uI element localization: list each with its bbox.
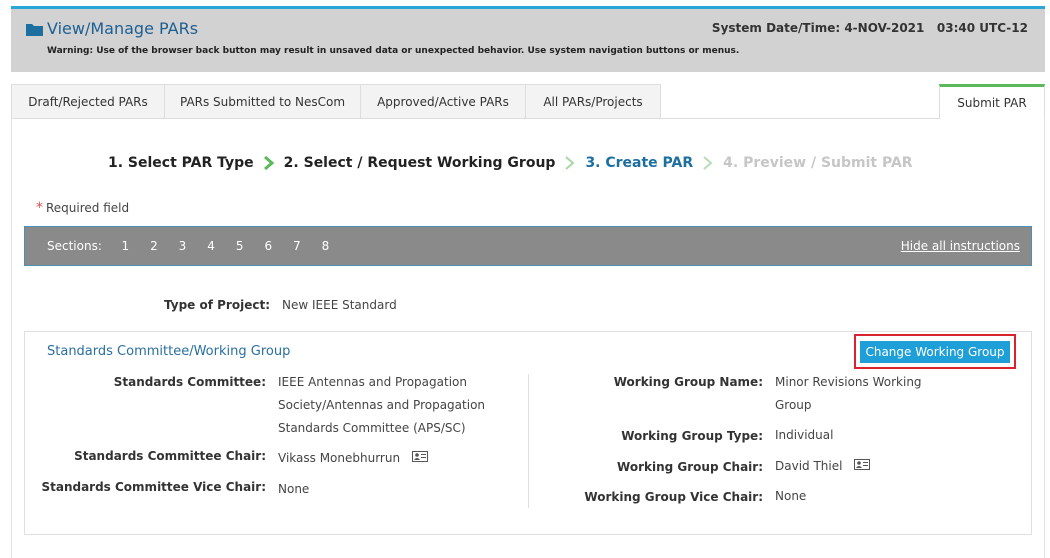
standards-committee-vice-chair-value: None	[278, 482, 310, 496]
step-select-par-type: 1. Select PAR Type	[108, 155, 254, 171]
chevron-right-icon	[564, 156, 576, 170]
section-link-3[interactable]: 3	[168, 239, 197, 253]
working-group-chair-value: David Thiel	[775, 455, 871, 478]
working-group-name-value: Minor Revisions Working Group	[775, 375, 922, 412]
column-divider	[528, 374, 529, 508]
required-field-note: * Required field	[36, 200, 129, 216]
page-title: View/Manage PARs	[26, 19, 198, 38]
working-group-panel: Standards Committee/Working Group Change…	[24, 331, 1032, 535]
step-create-par: 3. Create PAR	[585, 155, 694, 171]
hide-instructions-link[interactable]: Hide all instructions	[901, 239, 1020, 253]
section-link-7[interactable]: 7	[283, 239, 312, 253]
required-asterisk-icon: *	[36, 200, 43, 216]
warning-text: Warning: Use of the browser back button …	[47, 46, 740, 56]
page-header: View/Manage PARs Warning: Use of the bro…	[11, 9, 1045, 72]
working-group-name-label: Working Group Name:	[613, 375, 763, 389]
working-group-panel-title: Standards Committee/Working Group	[47, 344, 291, 359]
standards-committee-vice-chair-label: Standards Committee Vice Chair:	[41, 480, 266, 494]
wizard-steps: 1. Select PAR Type 2. Select / Request W…	[108, 155, 913, 171]
contact-card-icon[interactable]	[854, 455, 871, 478]
type-of-project-label-text: Type of Project:	[164, 298, 270, 312]
working-group-chair-label: Working Group Chair:	[617, 460, 763, 474]
working-group-vice-chair-value: None	[775, 489, 807, 503]
section-link-4[interactable]: 4	[197, 239, 226, 253]
section-link-6[interactable]: 6	[254, 239, 283, 253]
system-date: System Date/Time: 4-NOV-2021	[711, 21, 925, 35]
working-group-vice-chair-label: Working Group Vice Chair:	[584, 490, 763, 504]
section-links: 1 2 3 4 5 6 7 8	[111, 239, 340, 253]
change-working-group-button[interactable]: Change Working Group	[860, 341, 1010, 363]
section-link-5[interactable]: 5	[225, 239, 254, 253]
tab-submit-par[interactable]: Submit PAR	[939, 84, 1045, 119]
standards-committee-value: IEEE Antennas and Propagation Society/An…	[278, 375, 486, 435]
section-link-8[interactable]: 8	[311, 239, 340, 253]
folder-icon	[26, 23, 43, 36]
standards-committee-chair-label: Standards Committee Chair:	[74, 449, 266, 463]
required-field-text: Required field	[46, 201, 130, 215]
working-group-type-value: Individual	[775, 428, 834, 442]
sections-label: Sections:	[47, 239, 102, 253]
contact-card-icon[interactable]	[411, 447, 428, 470]
step-select-working-group: 2. Select / Request Working Group	[283, 155, 556, 171]
system-datetime: System Date/Time: 4-NOV-2021 03:40 UTC-1…	[712, 21, 1028, 35]
section-link-2[interactable]: 2	[140, 239, 169, 253]
standards-committee-label: Standards Committee:	[113, 375, 266, 389]
tab-draft-rejected[interactable]: Draft/Rejected PARs	[11, 84, 165, 118]
working-group-type-label: Working Group Type:	[621, 429, 763, 443]
chevron-right-icon	[263, 155, 275, 171]
standards-committee-chair-name: Vikass Monebhurrun	[278, 451, 401, 465]
type-of-project-value: New IEEE Standard	[282, 298, 397, 312]
type-of-project-label: Type of Project:	[100, 298, 270, 312]
change-button-highlight: Change Working Group	[854, 334, 1016, 369]
tab-bar: Draft/Rejected PARs PARs Submitted to Ne…	[11, 84, 1045, 119]
tab-approved-active[interactable]: Approved/Active PARs	[360, 84, 526, 118]
tab-all-pars[interactable]: All PARs/Projects	[525, 84, 661, 118]
sections-bar: Sections: 1 2 3 4 5 6 7 8 Hide all instr…	[24, 226, 1032, 266]
system-time: 03:40 UTC-12	[936, 21, 1028, 35]
working-group-chair-name: David Thiel	[775, 459, 843, 473]
standards-committee-chair-value: Vikass Monebhurrun	[278, 447, 428, 470]
section-link-1[interactable]: 1	[111, 239, 140, 253]
step-preview-submit: 4. Preview / Submit PAR	[723, 155, 913, 171]
page-title-text: View/Manage PARs	[47, 19, 199, 38]
tab-submitted-nescom[interactable]: PARs Submitted to NesCom	[164, 84, 361, 118]
chevron-right-icon	[702, 156, 714, 170]
